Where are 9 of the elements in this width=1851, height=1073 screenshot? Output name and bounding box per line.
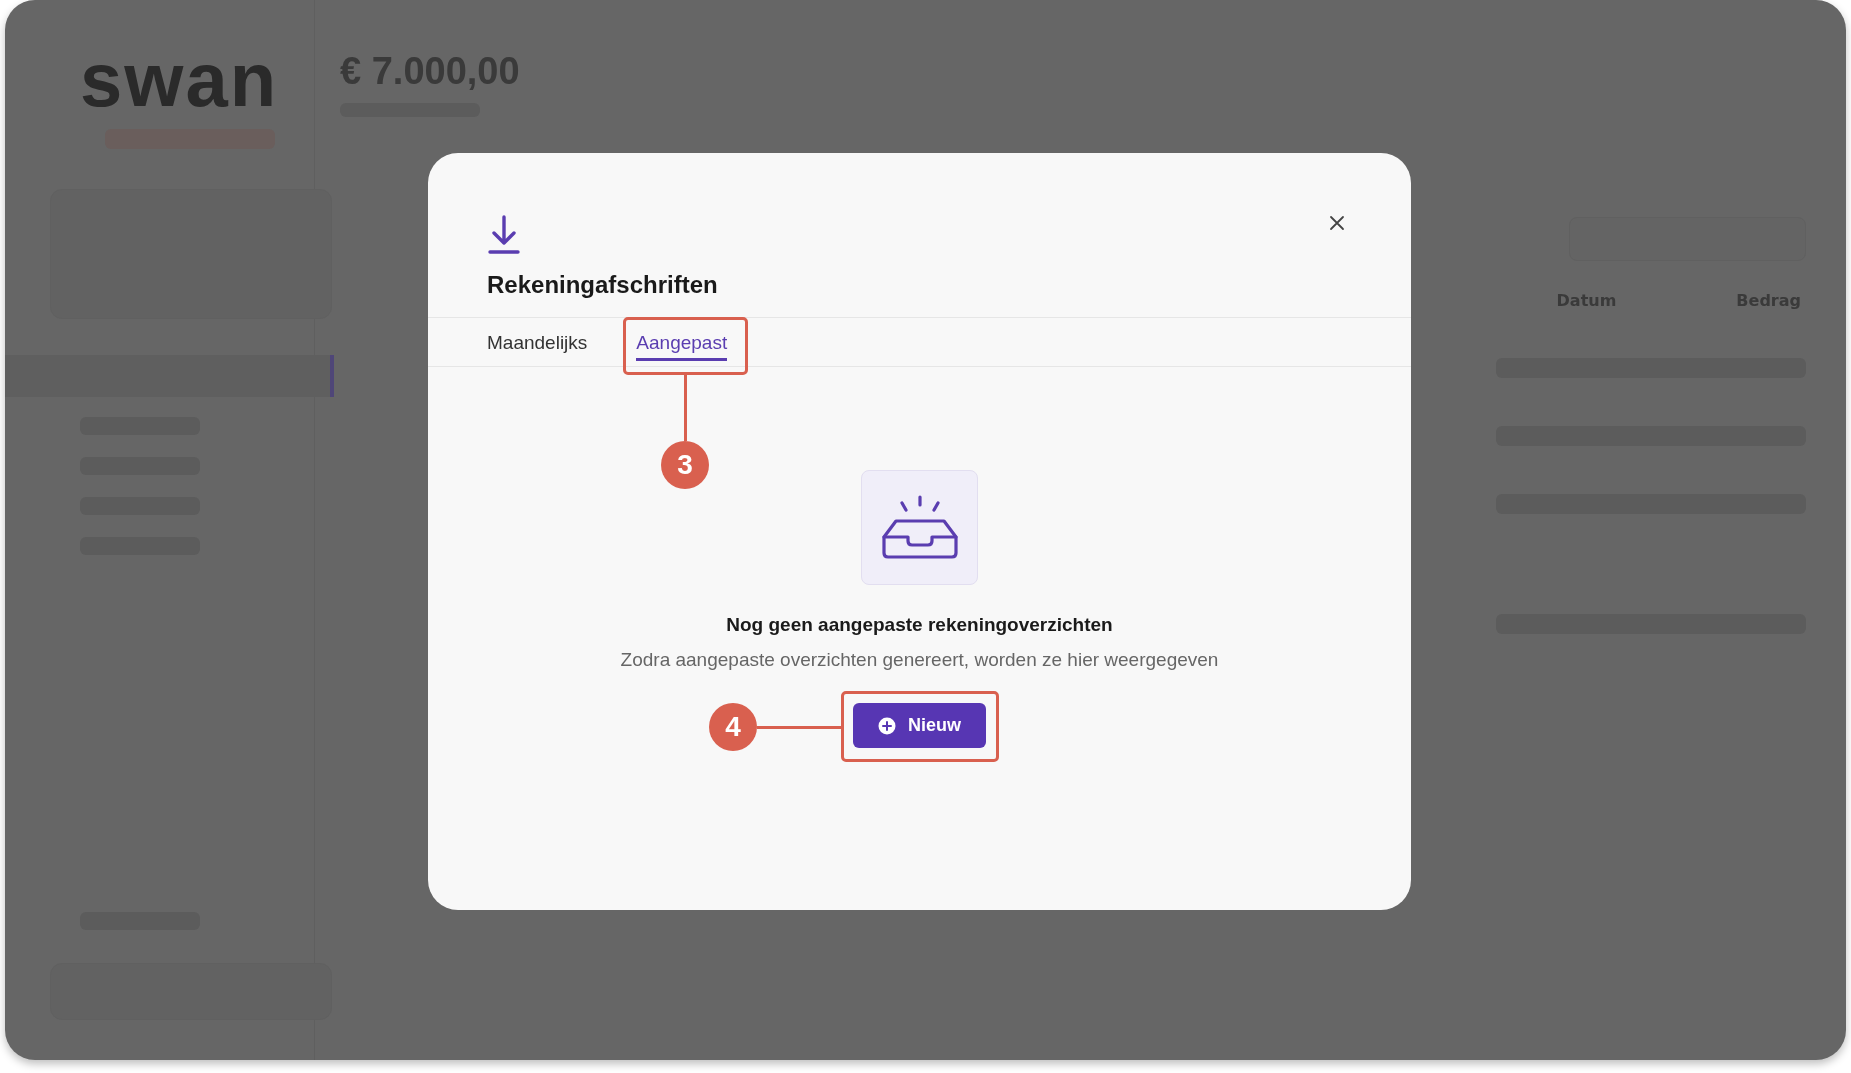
dialog-title: Rekeningafschriften (487, 271, 719, 299)
tab[interactable]: Aangepast (636, 318, 728, 361)
step-number: 3 (661, 441, 709, 489)
step-number: 4 (709, 703, 757, 751)
empty-state-text: Zodra aangepaste overzichten genereert, worden ze hier weergegeven (620, 649, 1219, 671)
tab[interactable]: Maandelijks (487, 318, 588, 361)
logo: swan (79, 45, 280, 115)
empty-state-heading: Nog geen aangepaste rekeningoverzichten (726, 614, 1113, 636)
new-button[interactable]: Nieuw (853, 703, 986, 748)
